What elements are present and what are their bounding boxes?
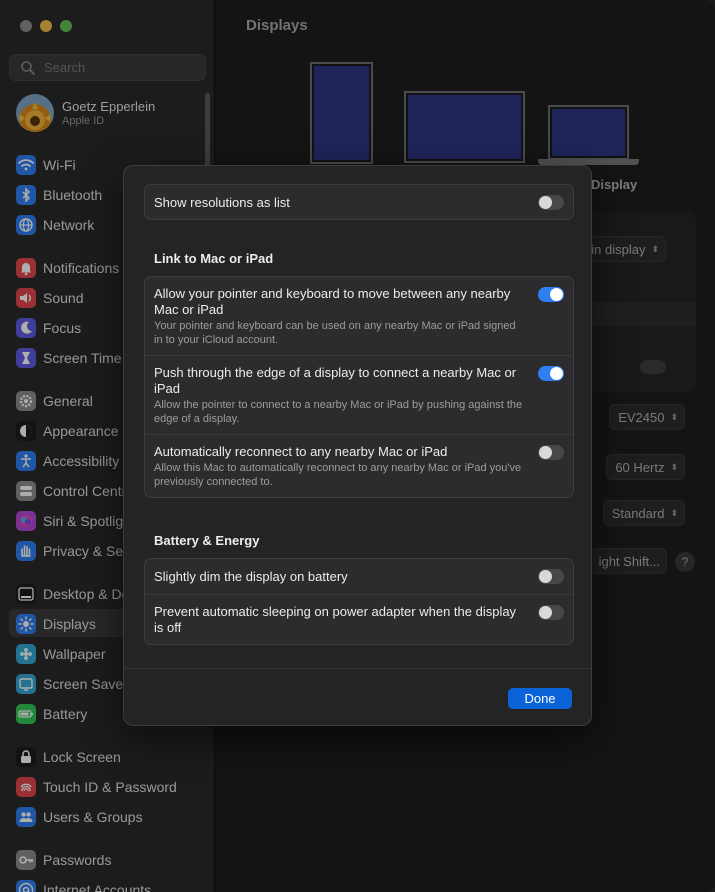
link-row-title: Allow your pointer and keyboard to move … bbox=[154, 286, 511, 317]
link-to-mac-group: Allow your pointer and keyboard to move … bbox=[144, 276, 574, 498]
battery-row-prevent-sleep: Prevent automatic sleeping on power adap… bbox=[145, 594, 573, 644]
battery-energy-group: Slightly dim the display on battery Prev… bbox=[144, 558, 574, 645]
link-row-description: Allow this Mac to automatically reconnec… bbox=[154, 462, 522, 488]
dim-on-battery-toggle[interactable] bbox=[538, 569, 564, 584]
auto-reconnect-toggle[interactable] bbox=[538, 445, 564, 460]
pointer-keyboard-toggle[interactable] bbox=[538, 287, 564, 302]
battery-row-title: Prevent automatic sleeping on power adap… bbox=[154, 604, 517, 635]
link-row-title: Automatically reconnect to any nearby Ma… bbox=[154, 444, 448, 459]
toggle-knob bbox=[539, 446, 552, 459]
link-row-pointer-keyboard: Allow your pointer and keyboard to move … bbox=[145, 277, 573, 355]
done-button[interactable]: Done bbox=[508, 688, 572, 709]
toggle-knob bbox=[550, 367, 563, 380]
system-settings-window: Goetz Epperlein Apple ID Wi-FiBluetoothN… bbox=[0, 0, 715, 892]
show-resolutions-label: Show resolutions as list bbox=[154, 195, 290, 210]
toggle-knob bbox=[550, 288, 563, 301]
prevent-sleep-toggle[interactable] bbox=[538, 605, 564, 620]
push-edge-toggle[interactable] bbox=[538, 366, 564, 381]
battery-row-dim: Slightly dim the display on battery bbox=[145, 559, 573, 594]
link-section-heading: Link to Mac or iPad bbox=[154, 251, 274, 266]
show-resolutions-group: Show resolutions as list bbox=[144, 184, 574, 220]
link-row-title: Push through the edge of a display to co… bbox=[154, 365, 517, 396]
sheet-divider bbox=[124, 668, 591, 669]
toggle-knob bbox=[539, 570, 552, 583]
battery-row-title: Slightly dim the display on battery bbox=[154, 569, 348, 584]
link-row-push-edge: Push through the edge of a display to co… bbox=[145, 355, 573, 434]
toggle-knob bbox=[539, 606, 552, 619]
show-resolutions-row: Show resolutions as list bbox=[145, 185, 573, 219]
link-row-description: Your pointer and keyboard can be used on… bbox=[154, 320, 516, 346]
toggle-knob bbox=[539, 196, 552, 209]
show-resolutions-toggle[interactable] bbox=[538, 195, 564, 210]
link-row-description: Allow the pointer to connect to a nearby… bbox=[154, 399, 523, 425]
battery-section-heading: Battery & Energy bbox=[154, 533, 260, 548]
link-row-auto-reconnect: Automatically reconnect to any nearby Ma… bbox=[145, 434, 573, 497]
advanced-display-settings-sheet: Show resolutions as list Link to Mac or … bbox=[123, 165, 592, 726]
